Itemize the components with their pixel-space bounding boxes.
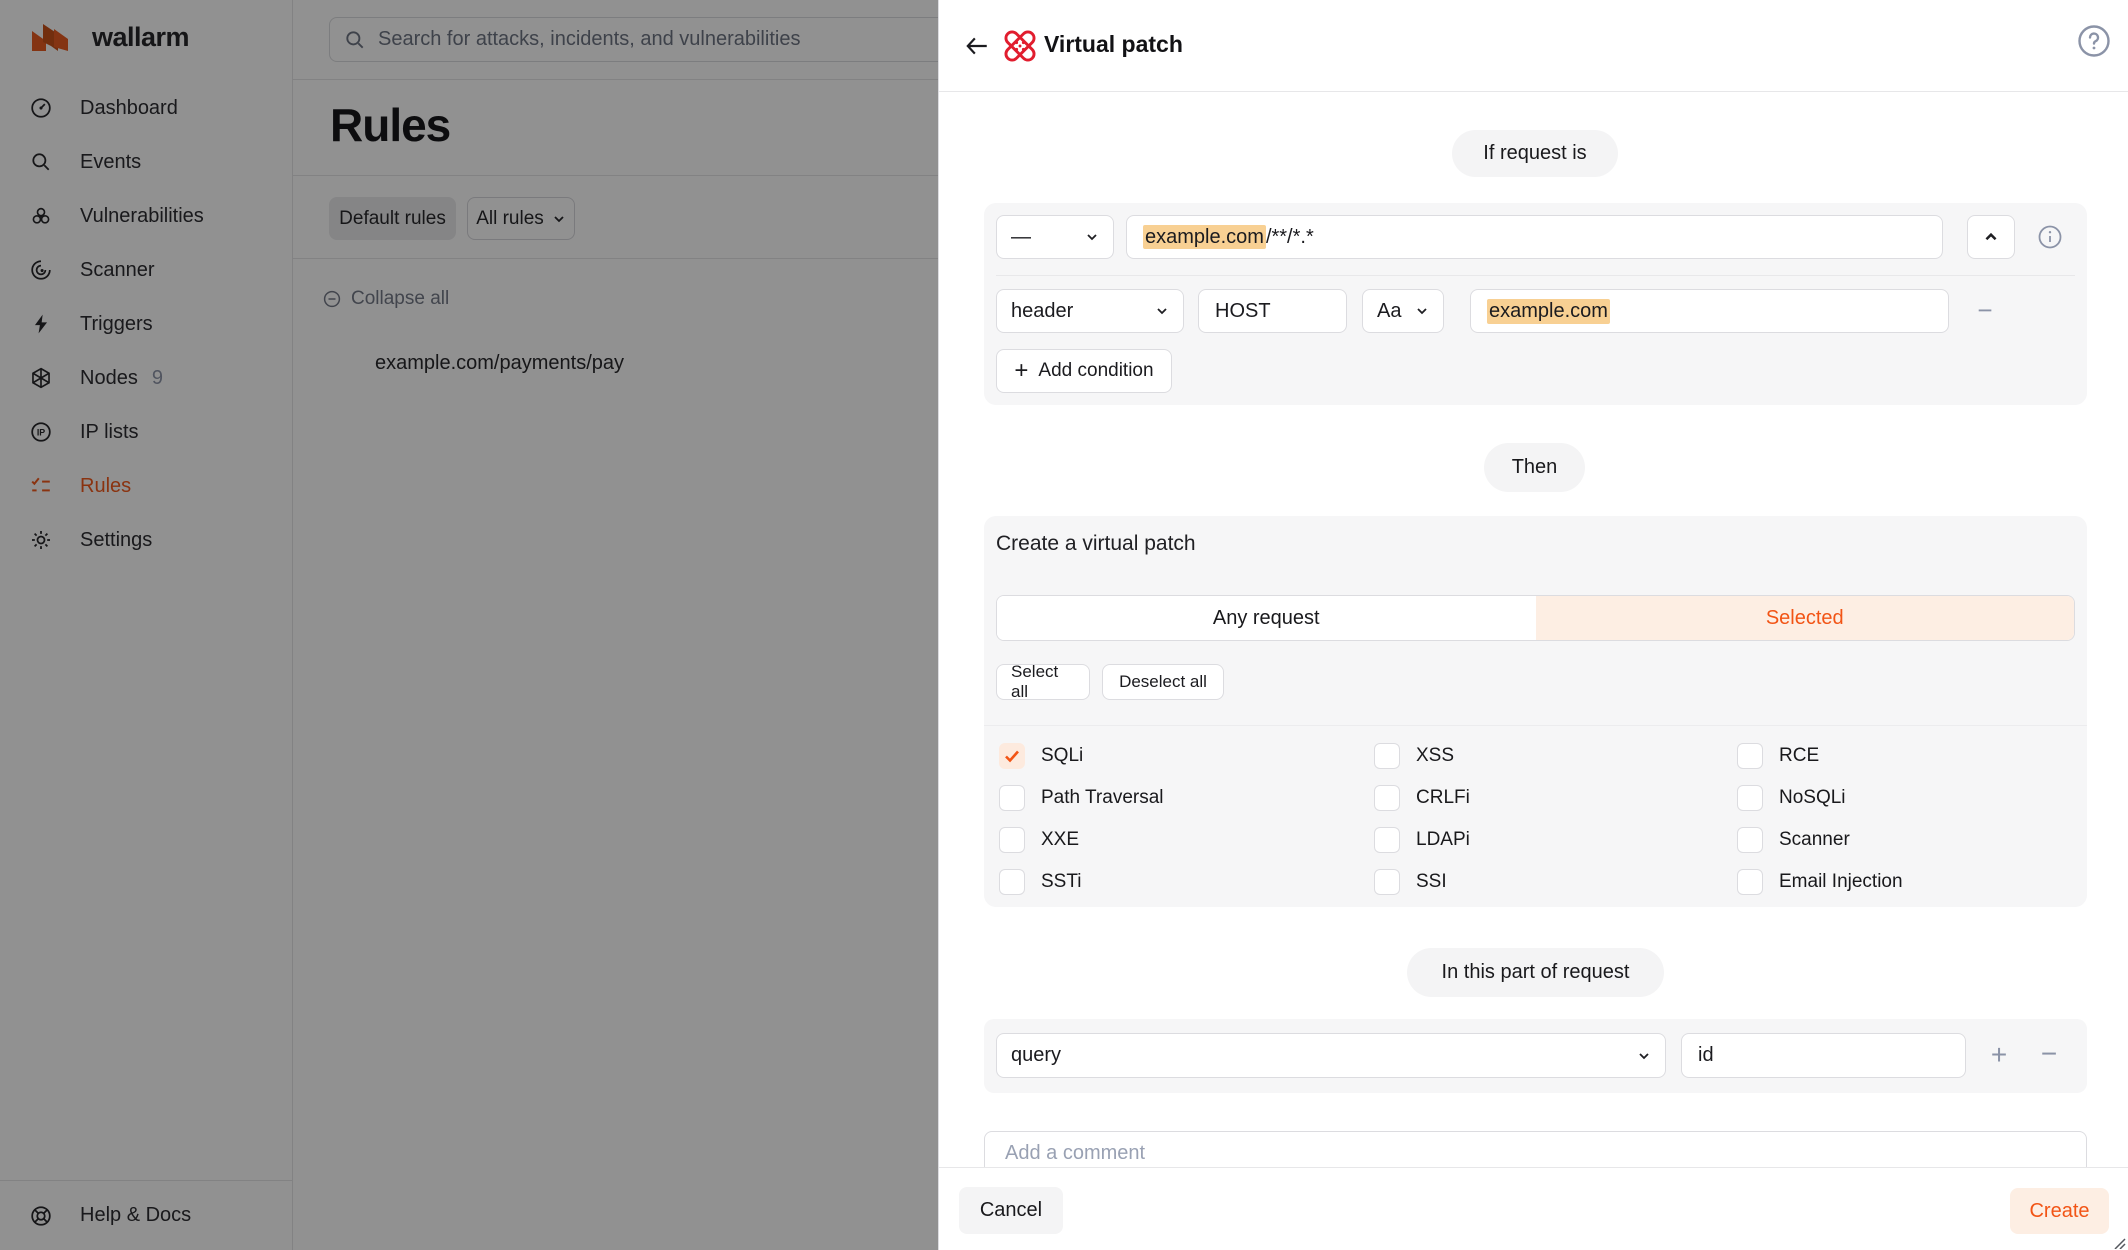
chevron-down-icon xyxy=(1415,304,1429,318)
checkbox-rce[interactable] xyxy=(1737,743,1763,769)
remove-condition-icon[interactable]: − xyxy=(1974,300,1996,322)
attack-type-row-ssti: SSTi xyxy=(999,869,1164,895)
info-icon[interactable] xyxy=(2037,224,2063,250)
remove-part-icon[interactable]: − xyxy=(2037,1044,2061,1068)
segment-selected[interactable]: Selected xyxy=(1536,596,2075,640)
checkbox-xss[interactable] xyxy=(1374,743,1400,769)
divider xyxy=(996,275,2075,276)
create-button[interactable]: Create xyxy=(2010,1188,2109,1234)
condition-field-select[interactable]: header xyxy=(996,289,1184,333)
attack-type-row-sqli: SQLi xyxy=(999,743,1164,769)
attack-type-row-ssi: SSI xyxy=(1374,869,1470,895)
plus-icon: + xyxy=(1014,361,1028,381)
comment-input[interactable] xyxy=(1005,1142,2066,1165)
checkbox-ssi[interactable] xyxy=(1374,869,1400,895)
resize-grip-icon xyxy=(2112,1236,2126,1248)
chevron-down-icon xyxy=(1155,304,1169,318)
case-sensitivity-value: Aa xyxy=(1377,300,1401,323)
case-sensitivity-select[interactable]: Aa xyxy=(1362,289,1444,333)
attack-type-label: Email Injection xyxy=(1779,871,1903,893)
help-icon[interactable] xyxy=(2077,24,2111,58)
attack-types-column-1: SQLi Path Traversal XXE SSTi xyxy=(999,743,1164,895)
attack-type-row-xss: XSS xyxy=(1374,743,1470,769)
uri-operator-select[interactable]: — xyxy=(996,215,1114,259)
checkbox-scanner[interactable] xyxy=(1737,827,1763,853)
add-part-icon[interactable]: + xyxy=(1987,1044,2011,1068)
checkbox-crlfi[interactable] xyxy=(1374,785,1400,811)
attack-types-column-3: RCE NoSQLi Scanner Email Injection xyxy=(1737,743,1903,895)
modal-dim-overlay[interactable] xyxy=(0,0,938,1250)
in-this-part-badge: In this part of request xyxy=(1407,948,1664,997)
panel-footer: Cancel Create xyxy=(939,1167,2128,1250)
attack-type-row-ldapi: LDAPi xyxy=(1374,827,1470,853)
segment-any-request[interactable]: Any request xyxy=(997,596,1536,640)
panel-title: Virtual patch xyxy=(1044,31,1183,58)
attack-type-row-path-traversal: Path Traversal xyxy=(999,785,1164,811)
parameter-name-input[interactable] xyxy=(1681,1033,1966,1078)
checkbox-nosqli[interactable] xyxy=(1737,785,1763,811)
attack-type-label: XXE xyxy=(1041,829,1079,851)
select-all-button[interactable]: Select all xyxy=(996,664,1090,700)
header-value-input[interactable]: example.com xyxy=(1470,289,1949,333)
deselect-all-button[interactable]: Deselect all xyxy=(1102,664,1224,700)
check-icon xyxy=(1003,747,1021,765)
checkbox-ldapi[interactable] xyxy=(1374,827,1400,853)
checkbox-email-injection[interactable] xyxy=(1737,869,1763,895)
chevron-down-icon xyxy=(1085,230,1099,244)
uri-pattern-input[interactable]: example.com/**/*.* xyxy=(1126,215,1943,259)
attack-type-label: SSI xyxy=(1416,871,1447,893)
attack-type-row-xxe: XXE xyxy=(999,827,1164,853)
chevron-down-icon xyxy=(1637,1049,1651,1063)
request-point-select[interactable]: query xyxy=(996,1033,1666,1078)
attack-type-label: CRLFi xyxy=(1416,787,1470,809)
arrow-left-icon xyxy=(964,33,990,59)
header-name-input[interactable] xyxy=(1198,289,1347,333)
attack-type-label: SQLi xyxy=(1041,745,1083,767)
add-condition-label: Add condition xyxy=(1038,360,1153,382)
uri-host-highlight: example.com xyxy=(1143,225,1266,249)
uri-path-text: /**/*.* xyxy=(1266,226,1314,248)
attack-types-column-2: XSS CRLFi LDAPi SSI xyxy=(1374,743,1470,895)
parameter-name-value[interactable] xyxy=(1698,1044,1949,1067)
app-screen: wallarm Dashboard Events Vulnerabilities xyxy=(0,0,2128,1250)
attack-type-row-scanner: Scanner xyxy=(1737,827,1903,853)
uri-operator-value: — xyxy=(1011,226,1031,249)
attack-type-label: Scanner xyxy=(1779,829,1850,851)
attack-type-label: LDAPi xyxy=(1416,829,1470,851)
collapse-condition-button[interactable] xyxy=(1967,215,2015,259)
back-button[interactable] xyxy=(957,26,997,66)
attack-type-row-rce: RCE xyxy=(1737,743,1903,769)
create-virtual-patch-card: Create a virtual patch Any request Selec… xyxy=(984,516,2087,907)
checkbox-sqli[interactable] xyxy=(999,743,1025,769)
request-point-value: query xyxy=(1011,1044,1061,1067)
condition-field-value: header xyxy=(1011,300,1073,323)
checkbox-path-traversal[interactable] xyxy=(999,785,1025,811)
if-request-is-badge: If request is xyxy=(1452,130,1618,177)
virtual-patch-icon xyxy=(1001,27,1039,65)
request-part-row: query xyxy=(984,1019,2087,1093)
attack-type-label: RCE xyxy=(1779,745,1819,767)
condition-builder: — example.com/**/*.* header Aa xyxy=(984,203,2087,405)
checkbox-xxe[interactable] xyxy=(999,827,1025,853)
add-condition-button[interactable]: + Add condition xyxy=(996,349,1172,393)
virtual-patch-panel: Virtual patch If request is — example.co… xyxy=(938,0,2128,1250)
checkbox-ssti[interactable] xyxy=(999,869,1025,895)
then-badge: Then xyxy=(1484,443,1585,492)
request-scope-segmented-control: Any request Selected xyxy=(996,595,2075,641)
header-value-highlight: example.com xyxy=(1487,299,1610,324)
divider xyxy=(984,725,2087,726)
attack-type-row-email-injection: Email Injection xyxy=(1737,869,1903,895)
attack-type-label: XSS xyxy=(1416,745,1454,767)
header-name-value[interactable] xyxy=(1215,300,1330,323)
chevron-up-icon xyxy=(1983,229,1999,245)
attack-type-row-crlfi: CRLFi xyxy=(1374,785,1470,811)
attack-type-row-nosqli: NoSQLi xyxy=(1737,785,1903,811)
card-title: Create a virtual patch xyxy=(996,532,1196,556)
cancel-button[interactable]: Cancel xyxy=(959,1187,1063,1234)
attack-type-label: NoSQLi xyxy=(1779,787,1846,809)
panel-header: Virtual patch xyxy=(939,0,2128,92)
attack-type-label: Path Traversal xyxy=(1041,787,1164,809)
attack-type-label: SSTi xyxy=(1041,871,1081,893)
